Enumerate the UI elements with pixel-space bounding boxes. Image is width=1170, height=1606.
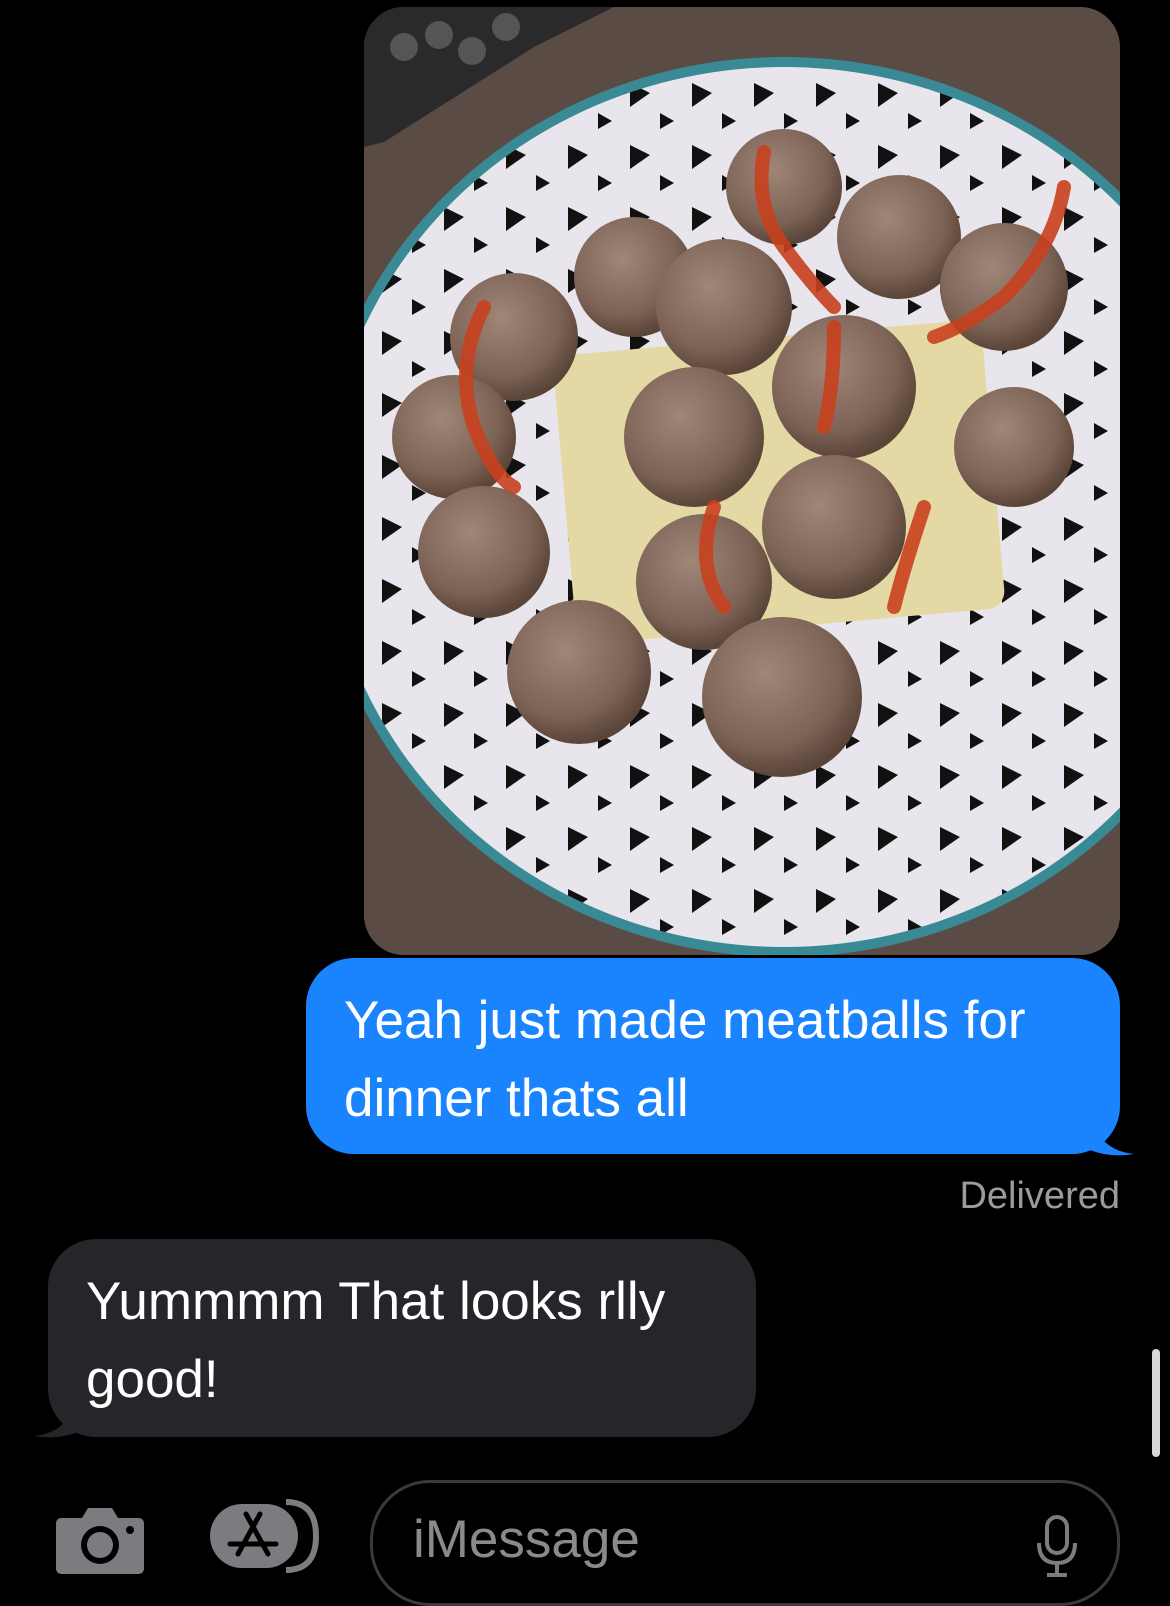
meatballs-plate-image: [364, 7, 1120, 955]
microphone-icon[interactable]: [1035, 1515, 1079, 1579]
message-input-placeholder: iMessage: [413, 1510, 640, 1569]
app-store-icon: [210, 1499, 320, 1573]
outgoing-bubble-tail: [1090, 1110, 1134, 1156]
incoming-message-text: Yummmm That looks rlly good!: [86, 1272, 666, 1409]
message-input-field[interactable]: iMessage: [370, 1480, 1120, 1606]
camera-button[interactable]: [54, 1502, 146, 1576]
incoming-bubble-tail: [34, 1392, 78, 1438]
outgoing-message-text: Yeah just made meatballs for dinner that…: [344, 991, 1026, 1128]
photo-attachment[interactable]: [364, 7, 1120, 955]
outgoing-message-bubble[interactable]: Yeah just made meatballs for dinner that…: [306, 958, 1120, 1154]
scroll-indicator[interactable]: [1152, 1349, 1160, 1457]
app-store-button[interactable]: [208, 1498, 322, 1574]
camera-icon: [56, 1508, 144, 1574]
delivery-status: Delivered: [959, 1175, 1120, 1217]
incoming-message-bubble[interactable]: Yummmm That looks rlly good!: [48, 1239, 756, 1437]
